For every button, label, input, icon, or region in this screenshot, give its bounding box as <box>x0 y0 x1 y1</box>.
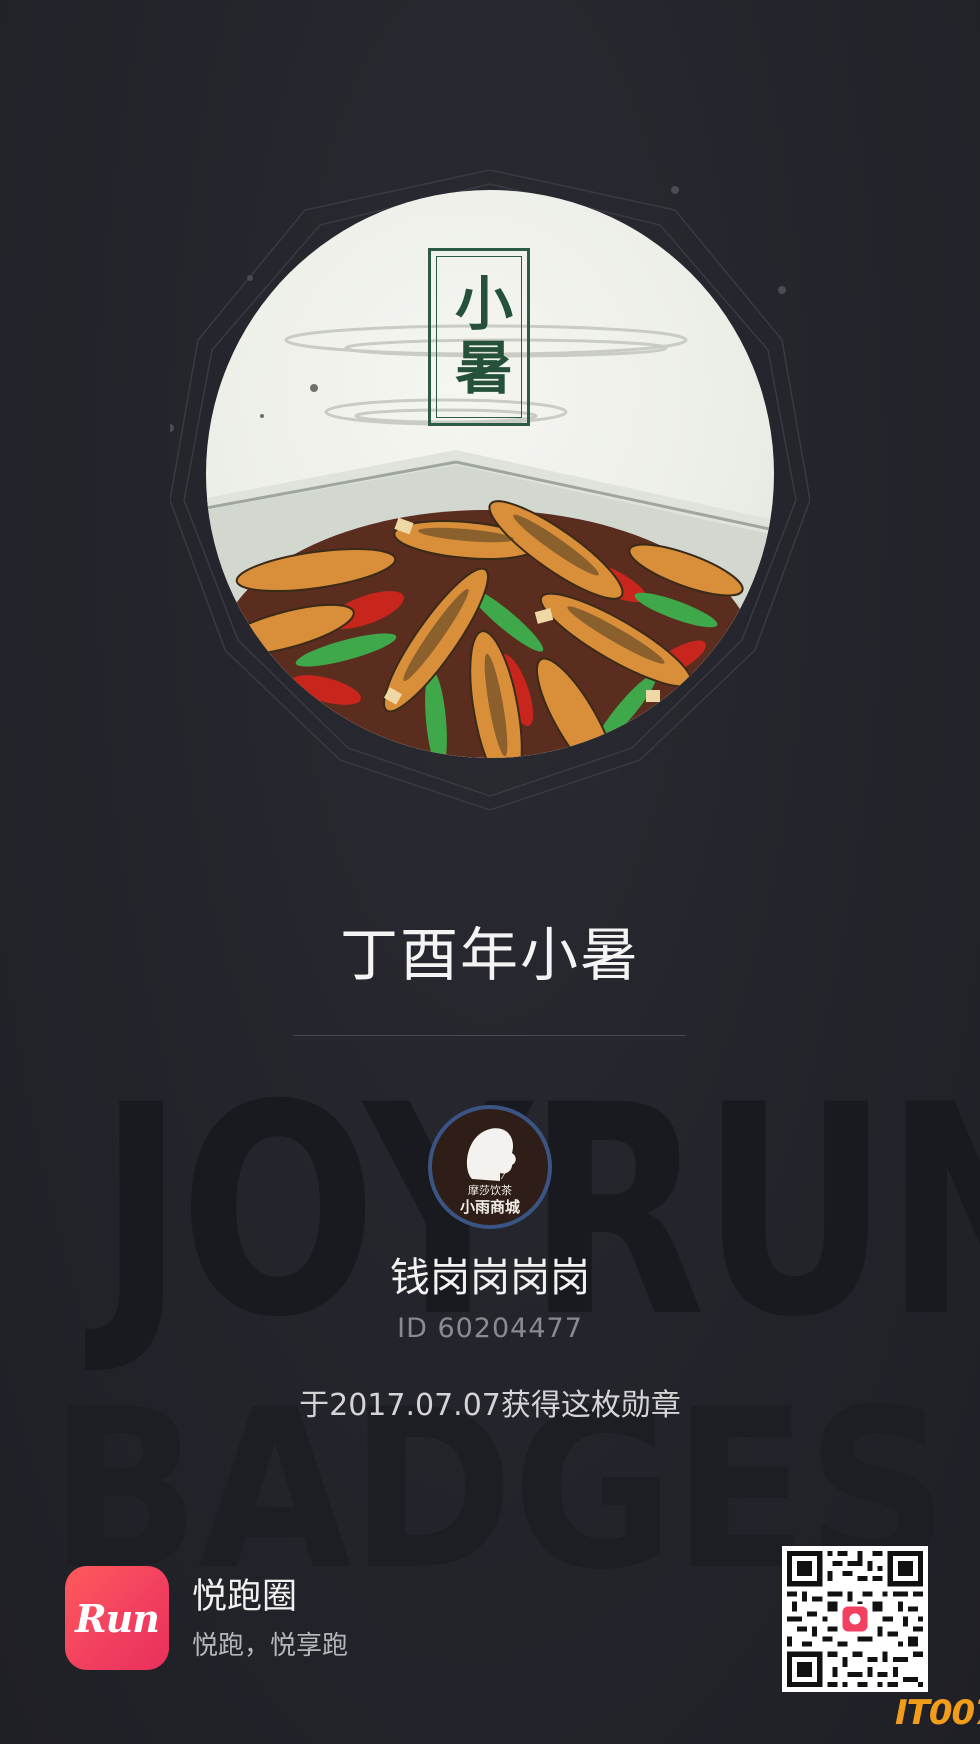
app-logo-icon[interactable]: Run <box>65 1566 169 1670</box>
earned-date-text: 于2017.07.07获得这枚勋章 <box>299 1388 681 1423</box>
avatar-image: IT007 摩莎饮茶 小雨商城 <box>432 1109 548 1225</box>
badge-artwork: 小暑 <box>206 190 774 758</box>
qr-code-icon <box>782 1546 928 1692</box>
avatar[interactable]: IT007 摩莎饮茶 小雨商城 <box>428 1105 552 1229</box>
site-watermark-logo: IT007 <box>895 1693 980 1733</box>
badge-name: 丁酉年小暑 <box>339 921 640 989</box>
app-slogan: 悦跑，悦享跑 <box>192 1631 349 1661</box>
avatar-text-line1: IT007 <box>473 1169 507 1182</box>
avatar-text-line3: 小雨商城 <box>459 1198 520 1216</box>
user-id: ID 60204477 <box>397 1313 583 1344</box>
app-logo-text: Run <box>75 1595 160 1641</box>
badge-share-page: JOYRUN BADGES 小暑 丁酉年小暑 IT007 摩莎饮茶 小雨商城 钱… <box>0 0 980 1744</box>
qr-code[interactable] <box>782 1546 928 1692</box>
badge-medal: 小暑 <box>170 170 810 810</box>
badge-title-art-text: 小暑 <box>445 273 513 401</box>
username: 钱岗岗岗岗 <box>390 1255 590 1301</box>
app-name: 悦跑圈 <box>192 1577 298 1617</box>
divider <box>294 1035 686 1036</box>
badge-title-frame: 小暑 <box>428 248 530 426</box>
